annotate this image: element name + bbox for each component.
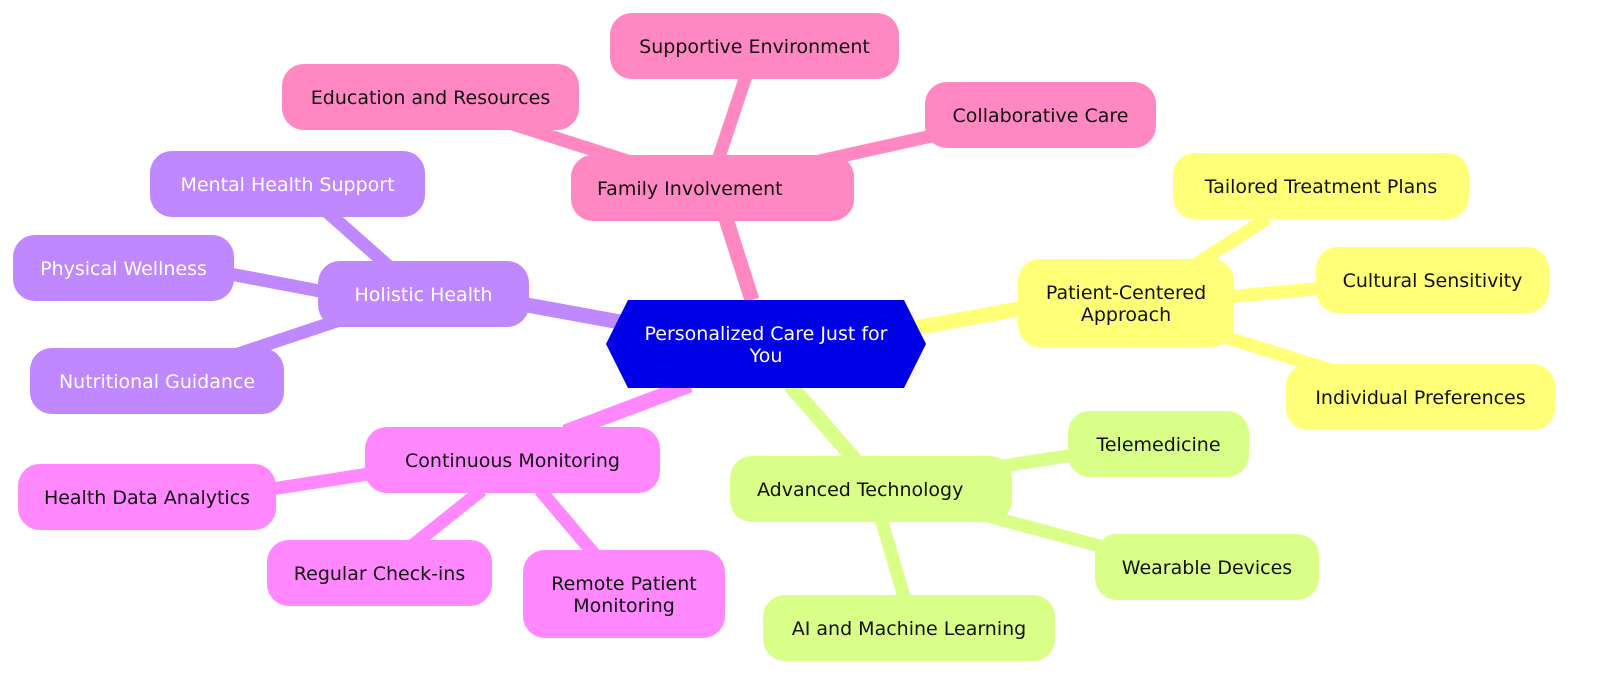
edge-physical-wellness xyxy=(223,266,327,299)
node-regular-check-ins[interactable]: Regular Check-ins xyxy=(267,540,492,606)
node-label: AI and Machine Learning xyxy=(792,618,1027,640)
node-label-line: Approach xyxy=(1081,304,1171,326)
nodes-layer: Personalized Care Just for You Family Invo… xyxy=(13,13,1555,661)
node-label: Tailored Treatment Plans xyxy=(1204,176,1438,198)
node-label-line: Patient-Centered xyxy=(1046,282,1206,304)
node-ai-and-machine-learning[interactable]: AI and Machine Learning xyxy=(763,595,1055,661)
node-patient-centered-approach[interactable]: Patient-Centered Approach xyxy=(1018,259,1234,347)
node-label: Holistic Health xyxy=(355,284,493,306)
node-label: Nutritional Guidance xyxy=(59,371,255,393)
edge-continuous-monitoring xyxy=(562,377,693,440)
node-label-line: Personalized Care Just for xyxy=(644,323,887,345)
node-label: Telemedicine xyxy=(1095,434,1220,456)
node-continuous-monitoring[interactable]: Continuous Monitoring xyxy=(365,427,660,493)
node-individual-preferences[interactable]: Individual Preferences xyxy=(1286,364,1555,430)
edge-health-data-analytics xyxy=(264,466,376,497)
node-label: Individual Preferences xyxy=(1315,387,1525,409)
node-family-involvement[interactable]: Family Involvement xyxy=(571,155,854,221)
node-physical-wellness[interactable]: Physical Wellness xyxy=(13,235,234,301)
node-health-data-analytics[interactable]: Health Data Analytics xyxy=(18,464,276,530)
node-advanced-technology[interactable]: Advanced Technology xyxy=(730,456,1012,522)
node-label: Wearable Devices xyxy=(1122,557,1292,579)
node-label: Continuous Monitoring xyxy=(405,450,620,472)
node-supportive-environment[interactable]: Supportive Environment xyxy=(610,13,899,79)
node-label: Family Involvement xyxy=(597,178,783,200)
edge-ai-and-machine-learning xyxy=(873,513,912,602)
node-collaborative-care[interactable]: Collaborative Care xyxy=(925,82,1156,148)
node-label: Regular Check-ins xyxy=(294,563,465,585)
node-remote-patient-monitoring[interactable]: Remote Patient Monitoring xyxy=(523,550,725,638)
node-telemedicine[interactable]: Telemedicine xyxy=(1068,411,1249,477)
node-label: Health Data Analytics xyxy=(44,487,250,509)
node-cultural-sensitivity[interactable]: Cultural Sensitivity xyxy=(1316,247,1549,313)
node-holistic-health[interactable]: Holistic Health xyxy=(318,261,529,327)
node-label: Education and Resources xyxy=(311,87,550,109)
mindmap-canvas: Personalized Care Just for You Family Invo… xyxy=(13,13,1555,661)
edge-regular-check-ins xyxy=(408,484,487,551)
node-label-line: Remote Patient xyxy=(551,573,697,595)
node-label: Collaborative Care xyxy=(953,105,1129,127)
node-mental-health-support[interactable]: Mental Health Support xyxy=(150,151,425,217)
edge-supportive-environment xyxy=(711,67,755,163)
node-label: Advanced Technology xyxy=(757,479,963,501)
node-label: Mental Health Support xyxy=(180,174,394,196)
edge-advanced-technology xyxy=(784,380,861,465)
node-label-line: Monitoring xyxy=(573,595,675,617)
node-label: Physical Wellness xyxy=(40,258,207,280)
node-education-and-resources[interactable]: Education and Resources xyxy=(282,64,579,130)
node-label-line: You xyxy=(749,345,783,367)
node-label: Supportive Environment xyxy=(639,36,870,58)
node-label: Cultural Sensitivity xyxy=(1343,270,1523,292)
node-wearable-devices[interactable]: Wearable Devices xyxy=(1095,534,1319,600)
edge-remote-patient-monitoring xyxy=(535,485,600,560)
node-tailored-treatment-plans[interactable]: Tailored Treatment Plans xyxy=(1173,153,1469,219)
node-root[interactable]: Personalized Care Just for You xyxy=(606,300,926,388)
edge-cultural-sensitivity xyxy=(1224,281,1326,304)
node-nutritional-guidance[interactable]: Nutritional Guidance xyxy=(30,348,284,414)
